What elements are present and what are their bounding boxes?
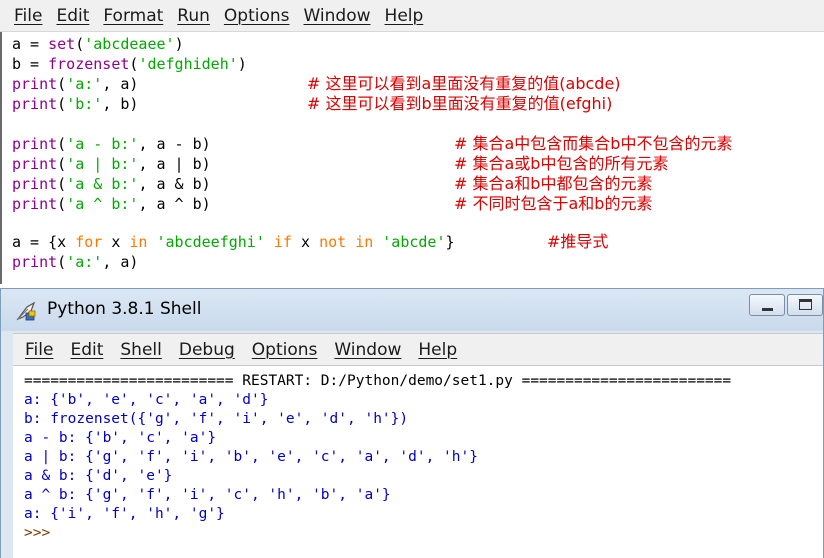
shell-menu-debug[interactable]: Debug (179, 340, 235, 360)
code-line: print('a & b:', a & b) (12, 175, 211, 193)
shell-menu-shell[interactable]: Shell (120, 340, 161, 360)
shell-menu-edit[interactable]: Edit (70, 340, 103, 360)
maximize-button[interactable] (787, 294, 823, 316)
minimize-icon (762, 308, 773, 311)
code-comment: # 集合a和b中都包含的元素 (454, 174, 653, 193)
shell-output-line: a | b: {'g', 'f', 'i', 'b', 'e', 'c', 'a… (24, 449, 478, 465)
editor-menu-options[interactable]: Options (224, 6, 290, 26)
shell-output-line: a: {'b', 'e', 'c', 'a', 'd'} (24, 392, 269, 408)
editor-menu-file[interactable]: File (14, 6, 42, 26)
editor-menu-help[interactable]: Help (385, 6, 424, 26)
editor-menu-run[interactable]: Run (177, 6, 210, 26)
code-line: print('a ^ b:', a ^ b) (12, 195, 211, 213)
shell-window-title: Python 3.8.1 Shell (47, 299, 202, 319)
shell-menu-window[interactable]: Window (334, 340, 401, 360)
shell-output-line: b: frozenset({'g', 'f', 'i', 'e', 'd', '… (24, 411, 409, 427)
code-line: a = set('abcdeaee') (12, 35, 184, 53)
shell-menu-options[interactable]: Options (252, 340, 318, 360)
code-line: print('b:', b) (12, 95, 139, 113)
shell-prompt[interactable]: >>> (24, 524, 50, 543)
shell-titlebar[interactable]: Python 3.8.1 Shell (1, 289, 823, 331)
code-comment: # 集合a中包含而集合b中不包含的元素 (454, 134, 733, 153)
shell-output-line: a: {'i', 'f', 'h', 'g'} (24, 506, 225, 522)
code-line: print('a | b:', a | b) (12, 155, 211, 173)
editor-code-area[interactable]: a = set('abcdeaee') b = frozenset('defgh… (0, 32, 824, 284)
shell-menu-help[interactable]: Help (418, 340, 457, 360)
shell-window: Python 3.8.1 Shell File Edit Shell Debug… (0, 288, 824, 558)
shell-restart-line: ======================== RESTART: D:/Pyt… (24, 373, 732, 389)
editor-menu-window[interactable]: Window (304, 6, 371, 26)
shell-menu-file[interactable]: File (25, 340, 53, 360)
editor-menubar: File Edit Format Run Options Window Help (0, 0, 824, 32)
minimize-button[interactable] (749, 294, 785, 316)
code-line: b = frozenset('defghideh') (12, 55, 247, 73)
code-line: print('a:', a) (12, 75, 139, 93)
code-comment: #推导式 (547, 232, 609, 251)
maximize-icon (799, 299, 812, 310)
code-line: print('a:', a) (12, 253, 139, 271)
editor-menu-edit[interactable]: Edit (56, 6, 89, 26)
shell-output-area[interactable]: ''' ======================== RESTART: D:… (13, 365, 823, 558)
shell-menubar: File Edit Shell Debug Options Window Hel… (13, 333, 823, 365)
code-comment: # 这里可以看到a里面没有重复的值(abcde) (307, 74, 621, 93)
editor-menu-format[interactable]: Format (103, 6, 163, 26)
shell-output-line: a & b: {'d', 'e'} (24, 468, 173, 484)
code-comment: # 不同时包含于a和b的元素 (454, 194, 653, 213)
code-comment: # 这里可以看到b里面没有重复的值(efghi) (307, 94, 613, 113)
shell-output-line: a ^ b: {'g', 'f', 'i', 'c', 'h', 'b', 'a… (24, 487, 391, 503)
code-line: print('a - b:', a - b) (12, 135, 211, 153)
python-feather-icon (16, 301, 36, 321)
shell-output-line: a - b: {'b', 'c', 'a'} (24, 430, 217, 446)
code-comment: # 集合a或b中包含的所有元素 (454, 154, 669, 173)
code-line: a = {x for x in 'abcdeefghi' if x not in… (12, 233, 455, 251)
